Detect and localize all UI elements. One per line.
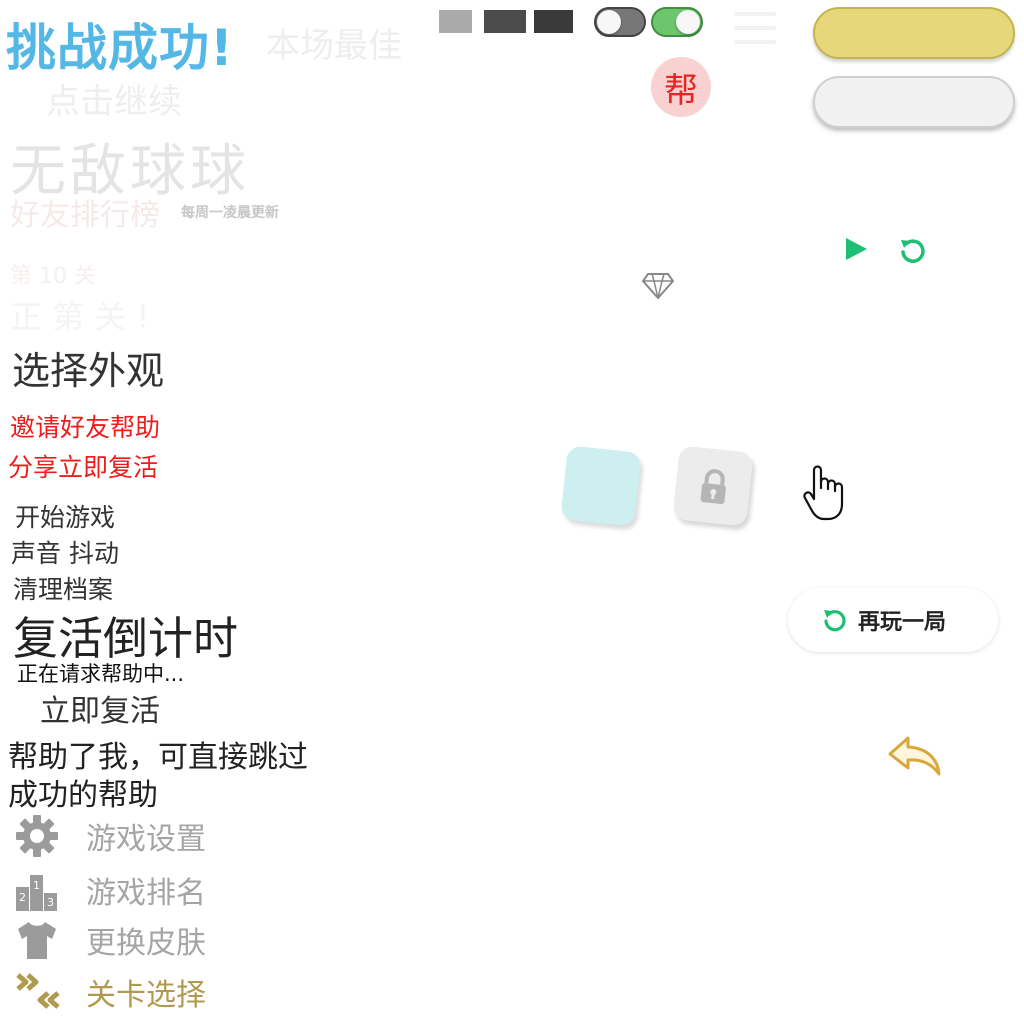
- menu-icon[interactable]: [734, 12, 776, 46]
- toggle-knob: [597, 10, 621, 34]
- chevrons-icon: [16, 973, 60, 1009]
- replay-label: 再玩一局: [858, 610, 947, 635]
- menu-item-label: 关卡选择: [86, 978, 206, 1013]
- podium-digit-1: 1: [33, 879, 40, 892]
- level-label: 第 10 关: [10, 264, 96, 289]
- gear-icon: [16, 815, 58, 857]
- podium-digit-2: 2: [19, 891, 26, 904]
- revive-now-button[interactable]: 立即复活: [40, 686, 160, 730]
- menu-item-change-skin[interactable]: 更换皮肤: [14, 916, 206, 964]
- menu-item-level-select[interactable]: 关卡选择: [14, 968, 206, 1016]
- invite-help-link[interactable]: 邀请好友帮助: [10, 408, 160, 444]
- choose-skin-title: 选择外观: [12, 349, 165, 393]
- requesting-help-status: 正在请求帮助中...: [17, 662, 185, 686]
- success-help-text: 成功的帮助: [8, 778, 158, 813]
- diamond-icon: [641, 273, 675, 300]
- menu-item-game-ranking[interactable]: 1 2 3 游戏排名: [14, 866, 206, 914]
- sound-toggle-off[interactable]: [594, 7, 646, 37]
- menu-item-game-settings[interactable]: 游戏设置: [14, 812, 206, 860]
- sound-vibrate-label: 声音 抖动: [11, 539, 119, 568]
- replay-icon[interactable]: [898, 236, 928, 266]
- help-badge[interactable]: 帮: [651, 57, 711, 117]
- toggle-knob: [676, 10, 700, 34]
- back-arrow-icon[interactable]: [886, 734, 944, 778]
- vibrate-toggle-on[interactable]: [651, 7, 703, 37]
- faded-status-text: 正 第 关 !: [10, 298, 150, 336]
- gray-pill-button[interactable]: [813, 76, 1015, 128]
- play-icon[interactable]: [843, 236, 869, 262]
- share-revive-link[interactable]: 分享立即复活: [8, 448, 158, 484]
- weekly-update-note: 每周一凌晨更新: [181, 205, 279, 221]
- best-title: 本场最佳: [266, 26, 402, 66]
- podium-digit-3: 3: [47, 896, 54, 909]
- shirt-icon: [18, 922, 56, 959]
- color-swatch-charcoal[interactable]: [534, 10, 573, 33]
- friends-rank-title: 好友排行榜: [10, 198, 160, 233]
- pointing-hand-icon: [803, 465, 844, 521]
- success-title: 挑战成功!: [6, 19, 234, 77]
- replay-button[interactable]: 再玩一局: [788, 588, 998, 652]
- yellow-pill-button[interactable]: [813, 7, 1015, 59]
- menu-item-label: 游戏排名: [86, 876, 206, 911]
- replay-icon: [824, 610, 846, 632]
- start-game-button[interactable]: 开始游戏: [15, 498, 115, 534]
- podium-icon: 1 2 3: [16, 875, 57, 911]
- color-swatch-dark-gray[interactable]: [484, 10, 526, 33]
- tap-continue-text[interactable]: 点击继续: [46, 74, 182, 123]
- lock-icon: [700, 469, 726, 504]
- menu-item-label: 游戏设置: [86, 822, 206, 857]
- clear-data-button[interactable]: 清理档案: [13, 570, 113, 606]
- menu-item-label: 更换皮肤: [86, 926, 206, 961]
- color-swatch-light-gray[interactable]: [439, 10, 472, 33]
- skin-tile-cyan[interactable]: [560, 445, 642, 527]
- skin-tile-locked[interactable]: [672, 445, 754, 527]
